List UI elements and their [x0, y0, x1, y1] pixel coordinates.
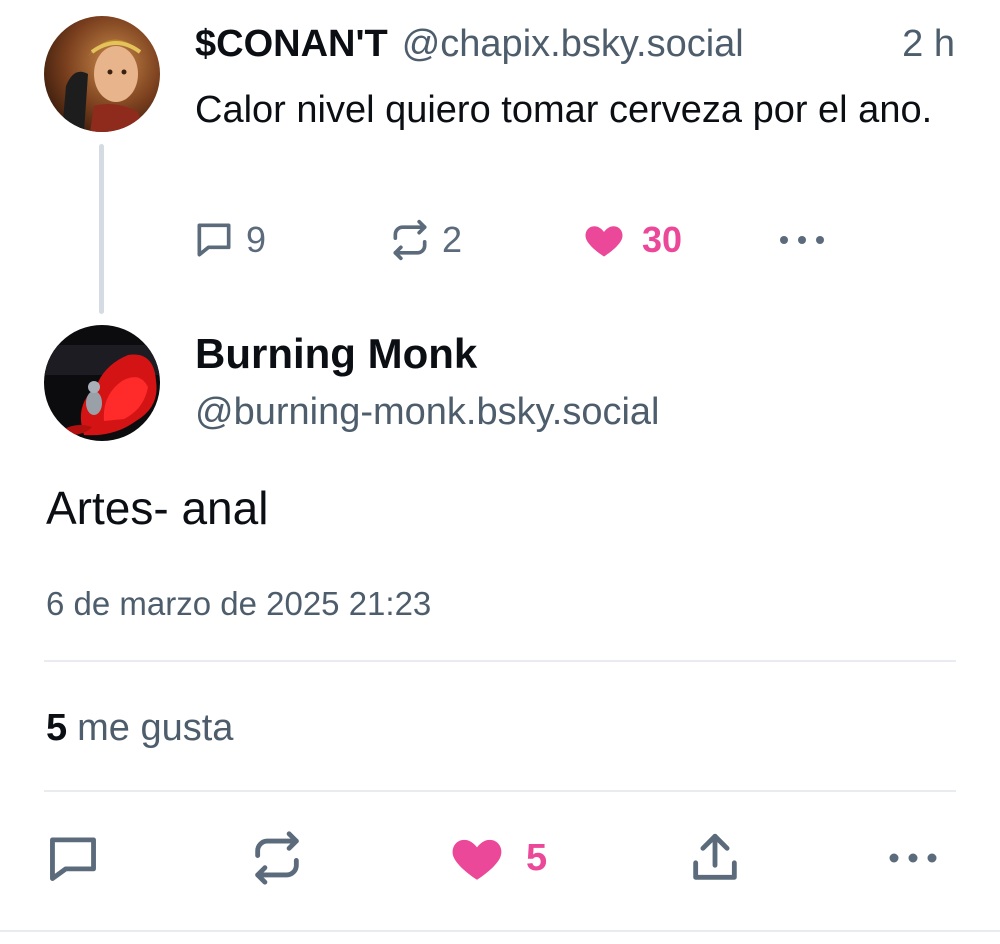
heart-icon	[448, 829, 506, 887]
more-dots-icon	[776, 230, 828, 250]
parent-repost-button[interactable]: 2	[388, 212, 462, 268]
parent-reply-button[interactable]: 9	[192, 212, 266, 268]
thread-connector-line	[99, 144, 104, 314]
parent-post-time[interactable]: 2 h	[902, 23, 955, 66]
heart-icon	[582, 218, 626, 262]
divider	[44, 790, 956, 792]
bottom-divider	[0, 930, 1000, 932]
parent-author-name[interactable]: $CONAN'T	[195, 23, 388, 66]
repost-arrows-icon	[388, 218, 432, 262]
main-author-name[interactable]: Burning Monk	[195, 328, 477, 380]
parent-like-count: 30	[642, 219, 683, 260]
parent-post-text[interactable]: Calor nivel quiero tomar cerveza por el …	[195, 84, 935, 136]
parent-more-button[interactable]	[776, 212, 828, 268]
share-upload-icon	[686, 829, 744, 887]
more-dots-icon	[886, 848, 940, 868]
main-author-avatar[interactable]	[44, 325, 160, 441]
repost-arrows-icon	[248, 829, 306, 887]
parent-author-handle[interactable]: @chapix.bsky.social	[402, 23, 744, 66]
main-author-handle[interactable]: @burning-monk.bsky.social	[195, 386, 660, 438]
share-button[interactable]	[686, 828, 744, 888]
parent-post-header: $CONAN'T @chapix.bsky.social 2 h	[195, 20, 955, 68]
parent-reply-count: 9	[246, 219, 267, 260]
parent-post-actions: 9 2 30	[192, 212, 852, 268]
like-button[interactable]: 5	[448, 828, 547, 888]
reply-button[interactable]	[44, 828, 102, 888]
post-thread-view: $CONAN'T @chapix.bsky.social 2 h Calor n…	[0, 0, 1000, 944]
more-options-button[interactable]	[886, 828, 940, 888]
main-post-text: Artes- anal	[46, 482, 269, 534]
likes-count: 5	[46, 707, 68, 749]
main-post-actions: 5	[44, 828, 956, 888]
repost-button[interactable]	[248, 828, 306, 888]
divider	[44, 660, 956, 662]
comment-bubble-icon	[44, 829, 102, 887]
like-count: 5	[526, 836, 548, 879]
main-post-datetime: 6 de marzo de 2025 21:23	[46, 585, 432, 622]
likes-label: me gusta	[77, 707, 234, 749]
likes-summary[interactable]: 5 me gusta	[46, 702, 233, 754]
parent-repost-count: 2	[442, 219, 463, 260]
parent-author-avatar[interactable]	[44, 16, 160, 132]
comment-bubble-icon	[192, 218, 236, 262]
parent-like-button[interactable]: 30	[582, 212, 682, 268]
